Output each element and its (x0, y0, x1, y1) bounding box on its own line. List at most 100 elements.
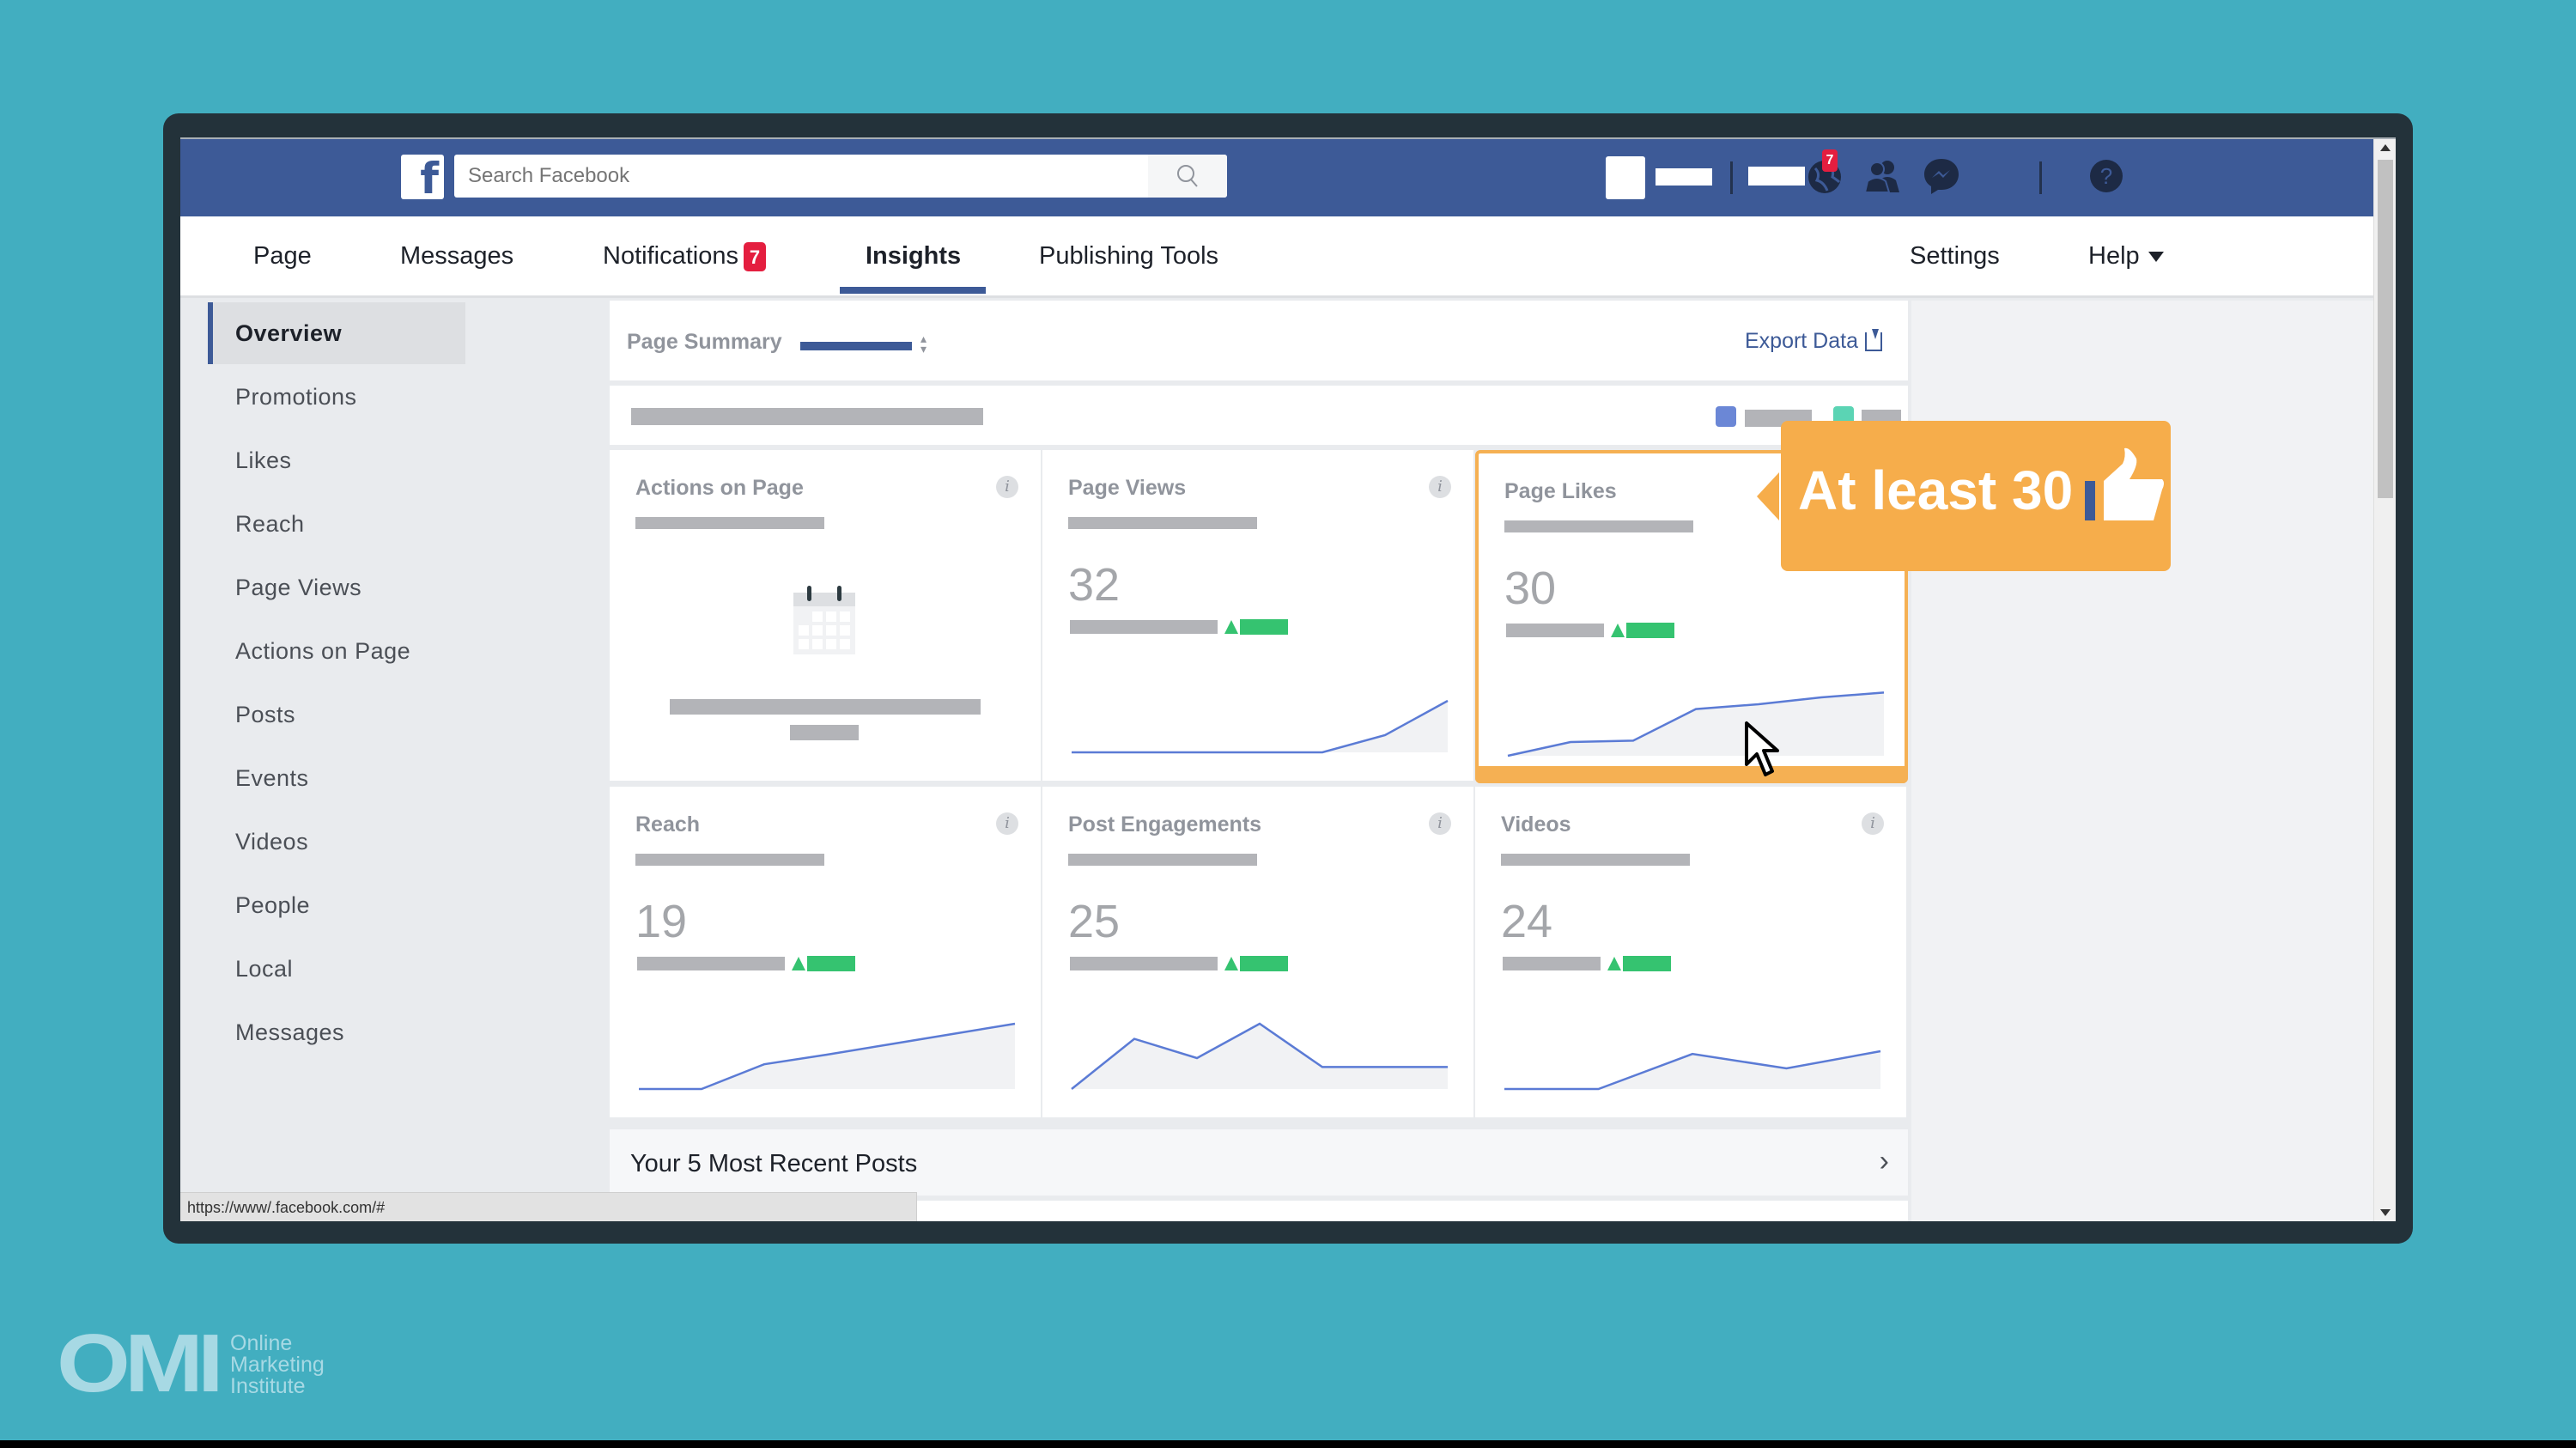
facebook-f-icon[interactable]: f (401, 155, 444, 199)
profile-name[interactable] (1656, 168, 1712, 186)
metric-subtitle-placeholder (1068, 517, 1257, 529)
metric-value: 19 (635, 896, 688, 947)
metric-value: 24 (1501, 896, 1553, 947)
home-link[interactable] (1748, 167, 1805, 186)
omi-logo: OMI Online Marketing Institute (57, 1323, 325, 1405)
sidebar-item-overview[interactable]: Overview (208, 302, 465, 364)
svg-text:?: ? (2100, 163, 2112, 189)
recent-posts-section[interactable]: Your 5 Most Recent Posts › (610, 1129, 1908, 1198)
metric-card-actions-on-page[interactable]: Actions on Page i (610, 450, 1042, 783)
callout-pointer (1757, 472, 1779, 520)
scroll-thumb[interactable] (2378, 160, 2393, 498)
date-range-select[interactable] (800, 342, 912, 350)
metric-card-reach[interactable]: Reach i 19 (610, 787, 1042, 1120)
sidebar-item-likes[interactable]: Likes (208, 429, 465, 491)
profile-avatar[interactable] (1606, 156, 1645, 199)
omi-logo-text: Online Marketing Institute (230, 1333, 325, 1397)
metric-title: Page Likes (1504, 479, 1617, 503)
chevron-right-icon[interactable]: › (1880, 1145, 1889, 1178)
info-icon[interactable]: i (996, 476, 1018, 498)
download-icon (1865, 329, 1882, 352)
sidebar-item-reach[interactable]: Reach (208, 493, 465, 555)
annotation-callout: At least 30 (1757, 421, 2171, 571)
metric-comparison-placeholder (1506, 624, 1604, 637)
metric-title: Reach (635, 812, 701, 837)
tab-notifications-label: Notifications (603, 242, 738, 270)
trend-up-icon (1607, 957, 1621, 970)
sidebar-item-people[interactable]: People (208, 874, 465, 936)
sidebar-item-actions-on-page[interactable]: Actions on Page (208, 620, 465, 682)
page-scrollbar[interactable] (2373, 139, 2396, 1221)
divider (1730, 161, 1733, 194)
metric-title: Post Engagements (1068, 812, 1262, 837)
friends-icon[interactable] (1863, 156, 1903, 196)
metric-comparison-placeholder (1503, 957, 1601, 970)
trend-up-icon (1224, 957, 1238, 970)
scroll-up-arrow-icon[interactable] (2380, 144, 2391, 151)
metric-subtitle-placeholder (1504, 520, 1693, 532)
tab-page[interactable]: Page (253, 242, 312, 271)
tab-settings[interactable]: Settings (1910, 242, 2000, 271)
help-dropdown[interactable]: Help (2088, 242, 2164, 271)
omi-line: Marketing (230, 1353, 325, 1377)
trend-percent-badge (1623, 956, 1671, 971)
tab-messages[interactable]: Messages (400, 242, 513, 271)
info-icon[interactable]: i (1429, 476, 1451, 498)
trend-percent-badge (1240, 956, 1288, 971)
divider (2039, 161, 2042, 194)
facebook-top-bar: f Search Facebook 7 ? (180, 139, 2373, 216)
sidebar-item-videos[interactable]: Videos (208, 811, 465, 873)
info-icon[interactable]: i (1429, 812, 1451, 835)
metric-card-videos[interactable]: Videos i 24 (1475, 787, 1908, 1120)
metric-comparison-placeholder (1070, 620, 1218, 634)
sparkline-area (1072, 701, 1448, 752)
legend-swatch-current (1716, 406, 1736, 427)
page-summary-header: Page Summary ▴ ▾ Export Data (610, 301, 1908, 383)
mouse-cursor-icon (1745, 721, 1779, 776)
tab-insights[interactable]: Insights (866, 242, 961, 271)
sparkline-area (1504, 1051, 1880, 1089)
metric-subtitle-placeholder (1501, 854, 1690, 866)
notifications-badge: 7 (1822, 149, 1838, 172)
metric-comparison-placeholder (637, 957, 785, 970)
insights-sidebar: Overview Promotions Likes Reach Page Vie… (180, 301, 610, 1159)
info-icon[interactable]: i (996, 812, 1018, 835)
tab-notifications[interactable]: Notifications 7 (603, 242, 766, 272)
scroll-down-arrow-icon[interactable] (2380, 1209, 2391, 1216)
select-arrows-icon: ▴ ▾ (920, 332, 927, 356)
sidebar-item-promotions[interactable]: Promotions (208, 366, 465, 428)
highlight-footer-bar (1475, 766, 1908, 783)
page-summary-title: Page Summary (627, 330, 782, 354)
export-data-link[interactable]: Export Data (1745, 329, 1882, 354)
search-input[interactable] (454, 155, 1141, 198)
search-button[interactable] (1148, 155, 1227, 198)
omi-line: Online (230, 1331, 293, 1355)
callout-text: At least 30 (1798, 459, 2074, 521)
recent-posts-title: Your 5 Most Recent Posts (630, 1150, 918, 1177)
metric-card-post-engagements[interactable]: Post Engagements i 25 (1042, 787, 1475, 1120)
metric-title: Page Views (1068, 476, 1187, 500)
metric-card-page-views[interactable]: Page Views i 32 (1042, 450, 1475, 783)
sparkline-chart (1071, 1022, 1448, 1090)
metric-comparison-placeholder (1070, 957, 1218, 970)
sidebar-item-local[interactable]: Local (208, 938, 465, 1000)
sidebar-item-page-views[interactable]: Page Views (208, 557, 465, 618)
metric-value: 32 (1068, 559, 1121, 611)
sparkline-chart (1072, 699, 1449, 754)
sidebar-item-events[interactable]: Events (208, 747, 465, 809)
active-tab-indicator (840, 287, 986, 294)
sidebar-item-posts[interactable]: Posts (208, 684, 465, 745)
metrics-grid: Actions on Page i Page Views i 32 Page L… (610, 450, 1908, 1120)
omi-line: Institute (230, 1374, 306, 1398)
omi-logo-letters: OMI (57, 1317, 224, 1409)
info-icon[interactable]: i (1862, 812, 1884, 835)
search-icon (1177, 165, 1198, 187)
help-label: Help (2088, 242, 2140, 270)
help-icon[interactable]: ? (2087, 156, 2126, 196)
sidebar-item-messages[interactable]: Messages (208, 1001, 465, 1063)
metric-subtitle-placeholder (635, 854, 824, 866)
tab-publishing-tools[interactable]: Publishing Tools (1039, 242, 1218, 271)
thumbs-up-icon (2085, 447, 2164, 520)
messenger-icon[interactable] (1922, 156, 1961, 196)
trend-percent-badge (807, 956, 855, 971)
